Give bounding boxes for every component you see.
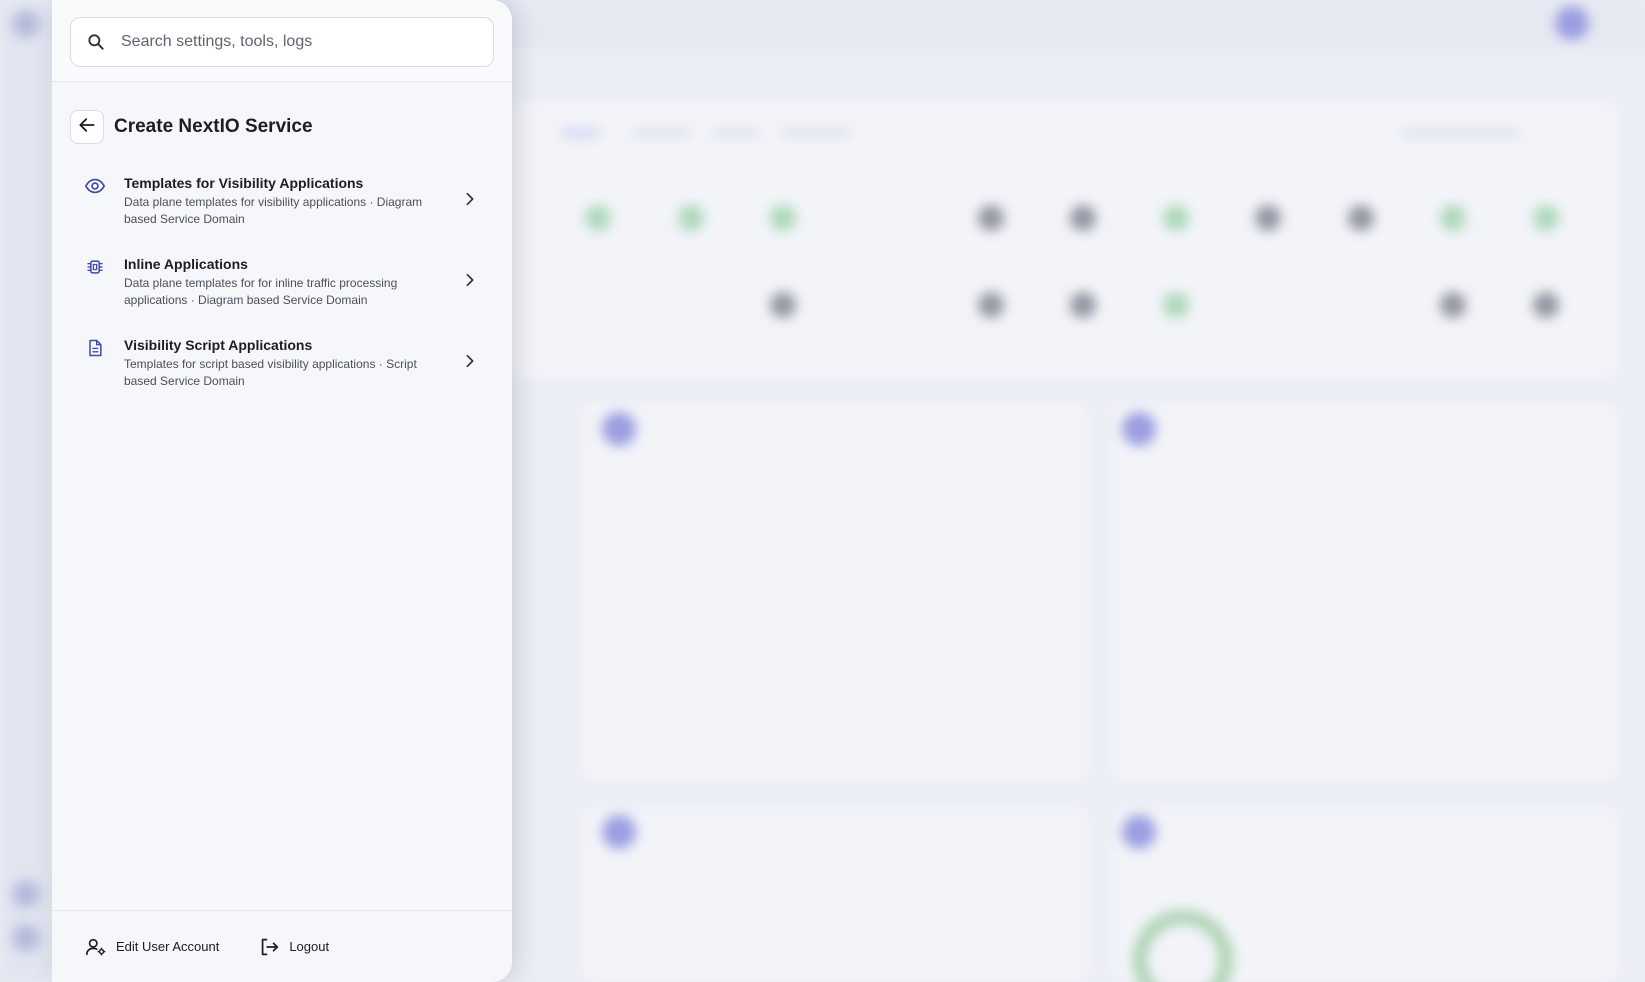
document-icon [84, 337, 106, 359]
search-area [52, 0, 512, 82]
background-card [580, 805, 1090, 982]
background-card [1110, 400, 1620, 785]
menu-item-inline-applications[interactable]: Inline Applications Data plane templates… [52, 243, 512, 324]
menu-item-title: Visibility Script Applications [124, 337, 313, 353]
menu-item-description: Templates for script based visibility ap… [124, 357, 417, 388]
search-icon [85, 31, 107, 53]
menu-item-visibility-templates[interactable]: Templates for Visibility Applications Da… [52, 162, 512, 243]
menu-item-title: Inline Applications [124, 256, 248, 272]
chevron-right-icon [460, 270, 480, 290]
logout-label: Logout [289, 939, 330, 954]
logout-button[interactable]: Logout [257, 935, 329, 959]
background-rail-icon [12, 880, 40, 908]
background-rail-icon [12, 924, 40, 952]
background-avatar [1555, 6, 1589, 40]
menu-item-title: Templates for Visibility Applications [124, 175, 364, 191]
user-settings-icon [84, 935, 108, 959]
background-logo [12, 10, 40, 38]
eye-icon [84, 175, 106, 197]
chip-icon [84, 256, 106, 278]
page-title: Create NextIO Service [114, 116, 313, 137]
edit-user-account-button[interactable]: Edit User Account [84, 935, 219, 959]
service-menu-list: Templates for Visibility Applications Da… [52, 154, 512, 405]
search-input[interactable] [121, 33, 481, 51]
drawer-footer: Edit User Account Logout [52, 910, 512, 982]
section-header: Create NextIO Service [52, 82, 512, 154]
back-button[interactable] [70, 110, 104, 144]
chevron-right-icon [460, 189, 480, 209]
navigation-drawer: Create NextIO Service Templates for Visi… [52, 0, 512, 982]
menu-item-description: Data plane templates for for inline traf… [124, 276, 398, 307]
background-card [580, 400, 1090, 785]
background-card [500, 100, 1620, 380]
arrow-left-icon [77, 115, 97, 140]
menu-item-description: Data plane templates for visibility appl… [124, 195, 423, 226]
menu-item-visibility-scripts[interactable]: Visibility Script Applications Templates… [52, 324, 512, 405]
background-nav-rail [0, 0, 52, 982]
chevron-right-icon [460, 351, 480, 371]
edit-user-account-label: Edit User Account [116, 939, 220, 954]
logout-icon [257, 935, 281, 959]
search-box[interactable] [70, 17, 494, 67]
